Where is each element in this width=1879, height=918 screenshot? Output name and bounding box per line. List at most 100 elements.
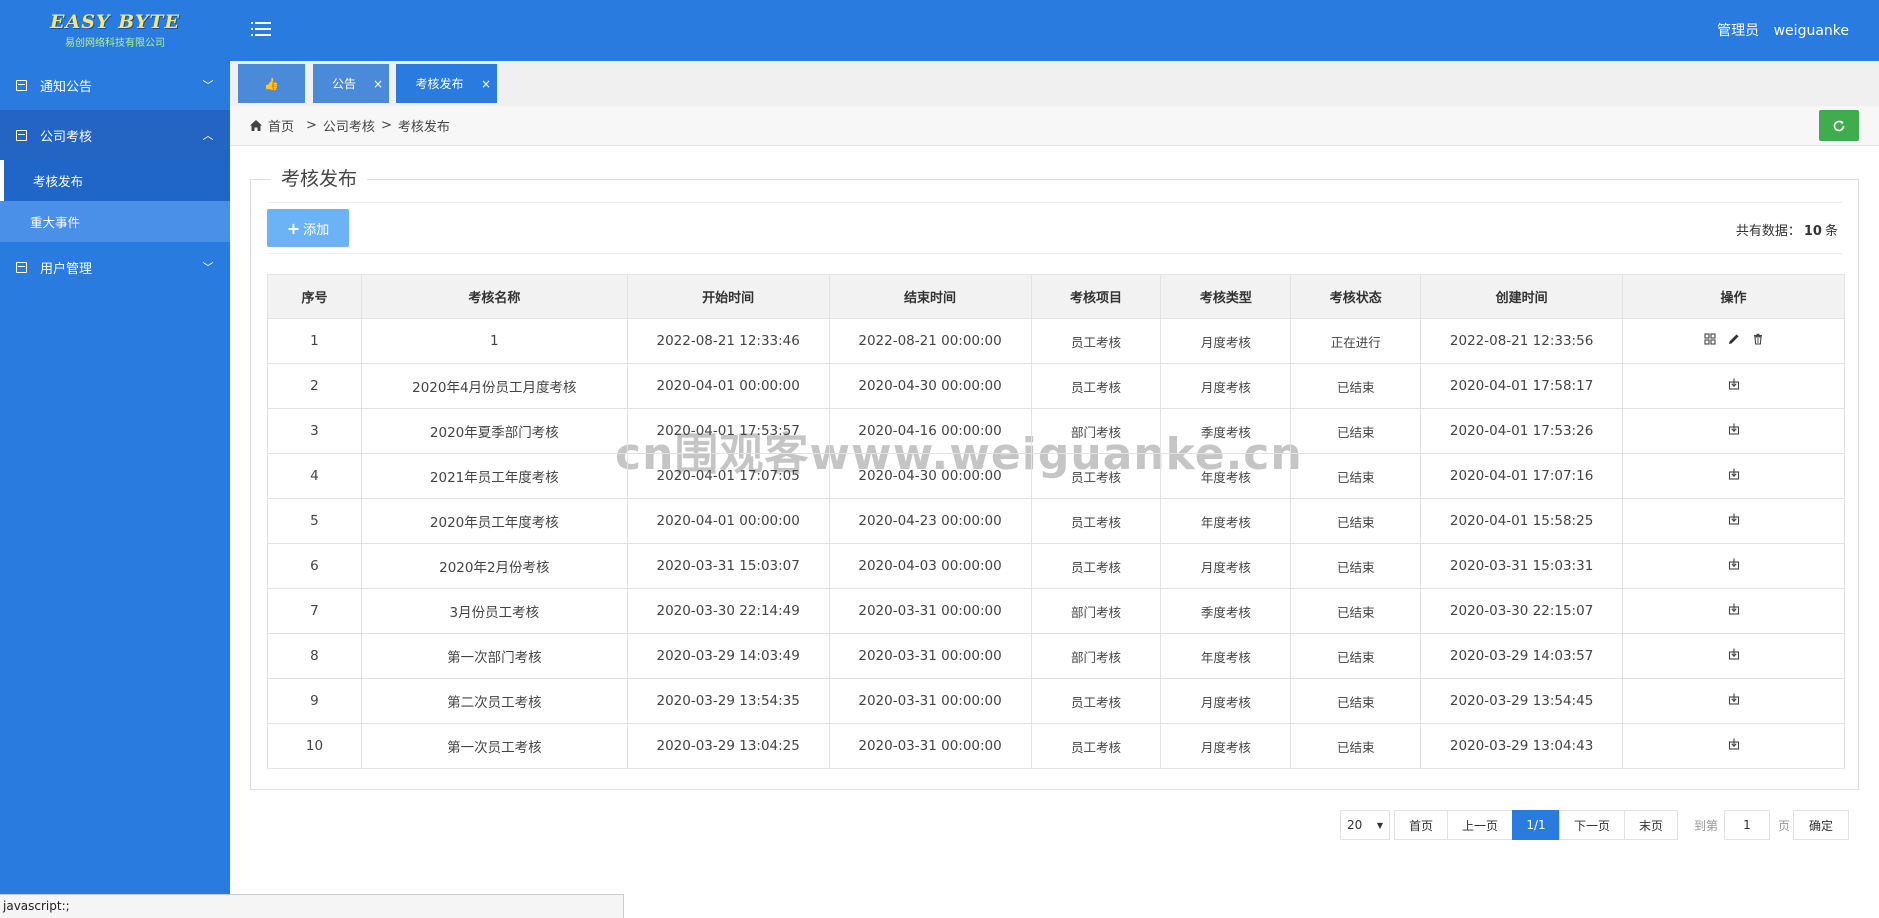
table-cell: 已结束 xyxy=(1290,498,1422,544)
table-cell: 2020-04-01 15:58:25 xyxy=(1420,498,1624,544)
tab-label: 考核发布 xyxy=(415,77,464,91)
table-cell: 10 xyxy=(267,723,362,769)
sidebar-item-major-events[interactable]: 重大事件 xyxy=(0,201,230,242)
table-row: 4 2021年员工年度考核 2020-04-01 17:07:05 2020-04-3… xyxy=(267,453,1845,499)
table-cell: 2020-03-29 13:04:25 xyxy=(626,723,830,769)
table-cell: 2020-04-01 17:53:26 xyxy=(1420,408,1624,454)
thumbs-up-icon: 👍 xyxy=(264,76,279,91)
tab-label: 公告 xyxy=(331,77,356,91)
row-actions xyxy=(1728,603,1740,615)
close-icon[interactable]: × xyxy=(373,77,383,91)
menu-assessment[interactable]: 公司考核 ︿ xyxy=(0,110,230,160)
row-actions xyxy=(1728,513,1740,525)
breadcrumb-separator: > xyxy=(380,118,392,133)
prev-page-button[interactable]: 上一页 xyxy=(1446,810,1513,840)
export-icon[interactable] xyxy=(1728,468,1740,480)
table-cell: 2020-04-01 17:53:57 xyxy=(626,408,830,454)
goto-label: 到第 xyxy=(1693,818,1718,833)
table-cell: 员工考核 xyxy=(1030,723,1162,769)
column-header: 考核类型 xyxy=(1160,274,1292,319)
page-label: 页 xyxy=(1777,818,1790,833)
chevron-down-icon: ﹀ xyxy=(202,261,214,274)
sidebar-item-assessment-publish[interactable]: 考核发布 xyxy=(0,160,230,201)
table-cell: 月度考核 xyxy=(1160,318,1292,364)
export-icon[interactable] xyxy=(1728,693,1740,705)
grid-icon[interactable] xyxy=(1703,333,1716,345)
table-cell: 月度考核 xyxy=(1160,543,1292,589)
table-cell: 已结束 xyxy=(1290,633,1422,679)
export-icon[interactable] xyxy=(1728,423,1740,435)
table-cell: 部门考核 xyxy=(1030,588,1162,634)
table-cell: 员工考核 xyxy=(1030,678,1162,724)
confirm-button[interactable]: 确定 xyxy=(1793,810,1849,840)
table-cell: 正在进行 xyxy=(1290,318,1422,364)
add-button[interactable]: + 添加 xyxy=(267,209,349,247)
table-cell: 2020-04-30 00:00:00 xyxy=(828,453,1032,499)
table-cell: 员工考核 xyxy=(1030,453,1162,499)
menu-group-assessment: 公司考核 ︿ 考核发布 重大事件 xyxy=(0,110,230,242)
assessment-panel: 考核发布 + 添加 共有数据： 10 条 序号 考核名称 开始时间 结束时间 考核项目 考核类… xyxy=(250,164,1859,790)
last-page-button[interactable]: 末页 xyxy=(1623,810,1678,840)
breadcrumb-home[interactable]: 首页 xyxy=(268,116,294,135)
export-icon[interactable] xyxy=(1728,603,1740,615)
table-cell: 7 xyxy=(267,588,362,634)
table-row: 5 2020年员工年度考核 2020-04-01 00:00:00 2020-04-2… xyxy=(267,498,1845,544)
table-cell: 2020-03-30 22:14:49 xyxy=(626,588,830,634)
column-header: 结束时间 xyxy=(828,274,1032,319)
row-actions xyxy=(1728,648,1740,660)
logo[interactable]: EASY BYTE 易创网络科技有限公司 xyxy=(0,0,230,60)
menu-label: 用户管理 xyxy=(40,261,93,277)
refresh-button[interactable] xyxy=(1819,110,1859,141)
table-cell-actions xyxy=(1622,408,1845,454)
table-cell: 2020-03-31 15:03:07 xyxy=(626,543,830,589)
table-cell: 5 xyxy=(267,498,362,544)
table-row: 7 3月份员工考核 2020-03-30 22:14:49 2020-03-31 00… xyxy=(267,588,1845,634)
list-icon xyxy=(14,261,28,273)
export-icon[interactable] xyxy=(1728,648,1740,660)
table-cell: 已结束 xyxy=(1290,588,1422,634)
delete-icon[interactable] xyxy=(1752,333,1764,345)
table-cell: 2020-03-31 15:03:31 xyxy=(1420,543,1624,589)
user-info[interactable]: 管理员 weiguanke xyxy=(1717,20,1849,40)
top-header: 管理员 weiguanke xyxy=(230,0,1879,61)
table-row: 3 2020年夏季部门考核 2020-04-01 17:53:57 2020-04-1… xyxy=(267,408,1845,454)
export-icon[interactable] xyxy=(1728,513,1740,525)
tab-notice[interactable]: 公告 × xyxy=(313,64,389,103)
total-value: 10 xyxy=(1803,224,1822,239)
menu-notices[interactable]: 通知公告 ﹀ xyxy=(0,60,230,110)
column-header: 操作 xyxy=(1622,274,1845,319)
column-header: 考核名称 xyxy=(360,274,628,319)
list-icon xyxy=(14,129,28,141)
export-icon[interactable] xyxy=(1728,738,1740,750)
goto-page-input[interactable]: 1 xyxy=(1723,810,1770,840)
close-icon[interactable]: × xyxy=(481,77,491,91)
logo-subtitle: 易创网络科技有限公司 xyxy=(65,38,165,49)
table-cell: 2020-03-29 14:03:49 xyxy=(626,633,830,679)
page-size-value: 20 xyxy=(1346,818,1363,832)
current-page[interactable]: 1/1 xyxy=(1511,810,1560,840)
export-icon[interactable] xyxy=(1728,558,1740,570)
table-cell-actions xyxy=(1622,363,1845,409)
next-page-button[interactable]: 下一页 xyxy=(1558,810,1625,840)
table-cell: 2020-03-29 13:54:45 xyxy=(1420,678,1624,724)
table-row: 9 第二次员工考核 2020-03-29 13:54:35 2020-03-31 00… xyxy=(267,678,1845,724)
table-cell: 员工考核 xyxy=(1030,498,1162,544)
table-cell: 2020-04-01 17:58:17 xyxy=(1420,363,1624,409)
edit-icon[interactable] xyxy=(1728,333,1740,345)
first-page-button[interactable]: 首页 xyxy=(1393,810,1448,840)
tab-assessment-publish[interactable]: 考核发布 × xyxy=(396,64,497,103)
menu-toggle-icon[interactable] xyxy=(251,20,271,38)
tab-home[interactable]: 👍 xyxy=(238,64,305,103)
table-cell: 2020年夏季部门考核 xyxy=(360,408,628,454)
page-size-select[interactable]: 20 ▼ xyxy=(1339,810,1390,840)
table-cell: 2020-03-31 00:00:00 xyxy=(828,678,1032,724)
breadcrumb-item[interactable]: 公司考核 xyxy=(323,116,375,135)
user-role: 管理员 xyxy=(1717,23,1760,39)
table-cell: 9 xyxy=(267,678,362,724)
menu-users[interactable]: 用户管理 ﹀ xyxy=(0,242,230,292)
plus-icon: + xyxy=(286,218,301,238)
export-icon[interactable] xyxy=(1728,378,1740,390)
table-cell-actions xyxy=(1622,498,1845,544)
row-actions xyxy=(1728,558,1740,570)
table-cell: 2020-04-30 00:00:00 xyxy=(828,363,1032,409)
